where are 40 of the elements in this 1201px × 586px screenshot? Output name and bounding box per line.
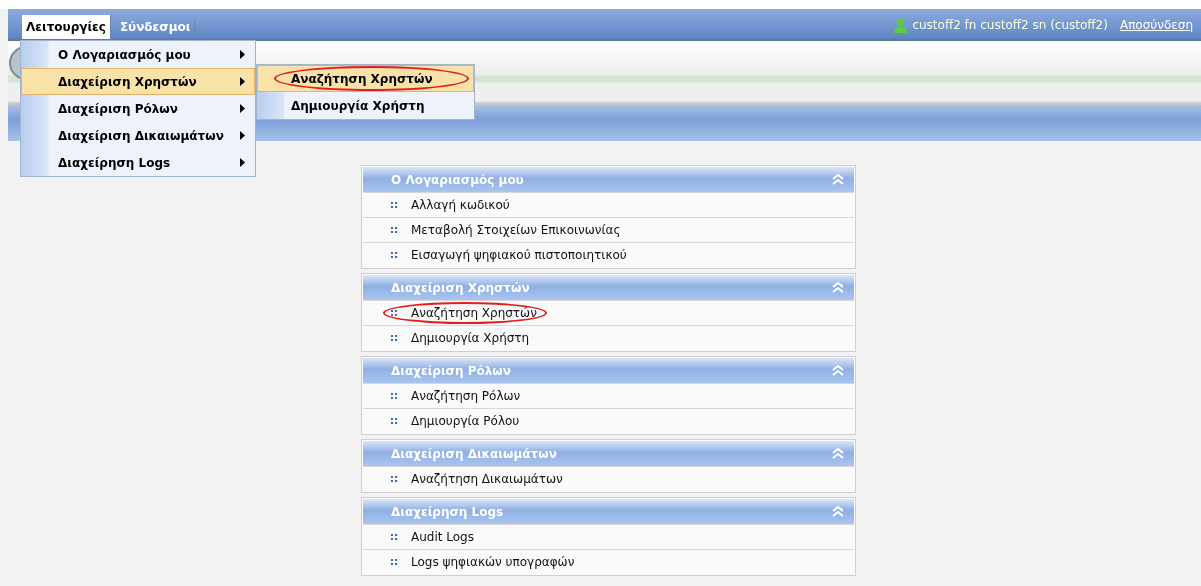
panel-link[interactable]: Αναζήτηση Ρόλων <box>411 389 521 403</box>
bullet-icon <box>391 335 397 341</box>
panel-link[interactable]: Αναζήτηση Χρηστών <box>411 306 537 320</box>
bullet-icon <box>391 393 397 399</box>
arrow-right-icon <box>240 77 245 86</box>
collapse-icon[interactable] <box>832 174 844 185</box>
bullet-icon <box>391 202 397 208</box>
panel-link[interactable]: Αναζήτηση Δικαιωμάτων <box>411 472 563 486</box>
collapse-icon[interactable] <box>832 506 844 517</box>
user-name: custoff2 fn custoff2 sn (custoff2) <box>912 18 1108 32</box>
user-icon <box>893 17 909 33</box>
collapse-icon[interactable] <box>832 282 844 293</box>
bullet-icon <box>391 534 397 540</box>
panel-link[interactable]: Δημιουργία Ρόλου <box>411 414 520 428</box>
panel-link[interactable]: Δημιουργία Χρήστη <box>411 331 530 345</box>
submenu-item[interactable]: Αναζήτηση Χρηστών <box>257 65 474 92</box>
menu-item[interactable]: Διαχείριση Χρηστών <box>21 68 255 95</box>
bullet-icon <box>391 227 397 233</box>
submenu-item[interactable]: Δημιουργία Χρήστη <box>257 92 474 119</box>
panel-link[interactable]: Εισαγωγή ψηφιακού πιστοποιητικού <box>411 248 627 262</box>
panel-link[interactable]: Logs ψηφιακών υπογραφών <box>411 555 575 569</box>
menu-item[interactable]: Διαχείριση Ρόλων <box>21 95 255 122</box>
arrow-right-icon <box>240 158 245 167</box>
menu-item[interactable]: Διαχείριση Δικαιωμάτων <box>21 122 255 149</box>
panel-link[interactable]: Audit Logs <box>411 530 474 544</box>
menu-tab[interactable]: Λειτουργίες <box>22 14 111 39</box>
arrow-right-icon <box>240 131 245 140</box>
panel-link[interactable]: Αλλαγή κωδικού <box>411 198 510 212</box>
menu-item[interactable]: Ο Λογαριασμός μου <box>21 41 255 68</box>
panel-link[interactable]: Μεταβολή Στοιχείων Επικοινωνίας <box>411 223 621 237</box>
collapse-icon[interactable] <box>832 448 844 459</box>
bullet-icon <box>391 476 397 482</box>
menu-item[interactable]: Διαχείρηση Logs <box>21 149 255 176</box>
arrow-right-icon <box>240 104 245 113</box>
bullet-icon <box>391 559 397 565</box>
bullet-icon <box>391 418 397 424</box>
arrow-right-icon <box>240 50 245 59</box>
bullet-icon <box>391 252 397 258</box>
collapse-icon[interactable] <box>832 365 844 376</box>
bullet-icon <box>391 310 397 316</box>
